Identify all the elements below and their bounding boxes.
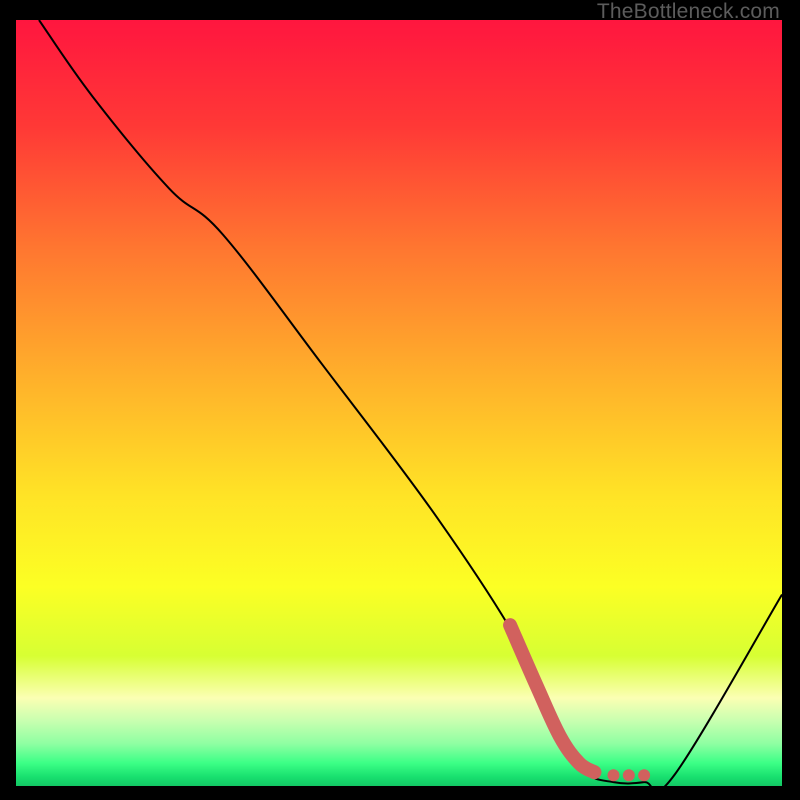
chart-frame bbox=[16, 20, 782, 786]
highlight-dot bbox=[587, 765, 601, 779]
bottleneck-chart bbox=[16, 20, 782, 786]
gradient-background bbox=[16, 20, 782, 786]
highlight-dot bbox=[607, 769, 619, 781]
highlight-dot bbox=[623, 769, 635, 781]
highlight-dot bbox=[638, 769, 650, 781]
